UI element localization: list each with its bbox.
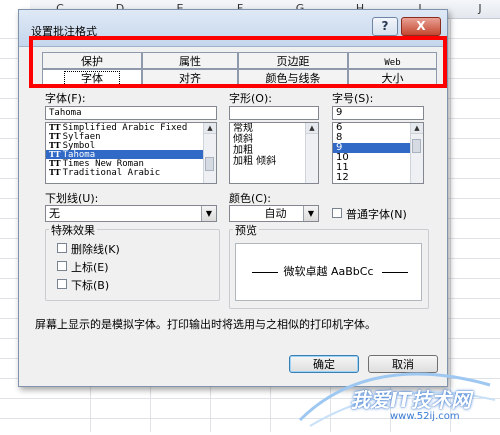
list-item[interactable]: TT Symbol — [46, 141, 216, 151]
tab-label: 字体 — [64, 71, 120, 86]
superscript-label: 上标(E) — [71, 261, 109, 274]
effects-title: 特殊效果 — [49, 222, 97, 238]
cancel-button[interactable]: 取消 — [368, 355, 438, 373]
normal-font-checkbox[interactable] — [332, 208, 342, 218]
scroll-thumb[interactable] — [412, 139, 421, 153]
tab-size[interactable]: 大小 — [348, 69, 437, 86]
underline-value: 无 — [49, 207, 60, 220]
preview-box: 微软卓越 AaBbCc — [235, 243, 422, 301]
tab-properties[interactable]: 属性 — [142, 52, 238, 69]
subscript-checkbox[interactable] — [57, 279, 67, 289]
font-input[interactable]: Tahoma — [45, 106, 217, 120]
grid-line — [0, 398, 500, 399]
chevron-down-icon[interactable]: ▼ — [303, 206, 318, 221]
tab-alignment[interactable]: 对齐 — [142, 69, 238, 86]
tab-label: 对齐 — [179, 72, 201, 85]
dialog-title: 设置批注格式 — [31, 25, 97, 38]
scroll-up-icon[interactable]: ▲ — [306, 123, 318, 134]
chevron-down-icon[interactable]: ▼ — [201, 206, 216, 221]
style-list[interactable]: 常规 倾斜 加粗 加粗 倾斜 ▲ — [229, 122, 319, 184]
column-header[interactable]: J — [450, 0, 500, 19]
font-label: 字体(F): — [45, 92, 86, 105]
style-list-scrollbar[interactable]: ▲ — [305, 123, 318, 183]
tab-margins[interactable]: 页边距 — [238, 52, 348, 69]
size-input[interactable]: 9 — [332, 106, 424, 120]
list-item-selected[interactable]: TT Tahoma — [46, 150, 216, 160]
list-item[interactable]: TT Traditional Arabic — [46, 167, 216, 178]
strikethrough-label: 删除线(K) — [71, 243, 120, 256]
list-item[interactable]: TT Simplified Arabic Fixed — [46, 123, 216, 133]
format-comment-dialog: 设置批注格式 ? X 保护 属性 页边距 Web 字体 对齐 颜色与线条 大小 … — [18, 9, 448, 387]
truetype-icon: TT — [49, 167, 61, 177]
list-item-label: Traditional Arabic — [62, 168, 161, 178]
tab-protection[interactable]: 保护 — [42, 52, 142, 69]
style-label: 字形(O): — [229, 92, 272, 105]
scroll-thumb[interactable] — [205, 157, 214, 171]
preview-title: 预览 — [233, 222, 259, 238]
size-list[interactable]: 6 8 9 10 11 12 ▲ — [332, 122, 424, 184]
list-item[interactable]: TT Sylfaen — [46, 132, 216, 142]
help-button[interactable]: ? — [372, 17, 398, 36]
font-list-scrollbar[interactable]: ▲ — [203, 123, 216, 183]
font-note: 屏幕上显示的是模拟字体。打印输出时将选用与之相似的打印机字体。 — [35, 318, 376, 331]
tab-web[interactable]: Web — [348, 52, 437, 69]
ok-button[interactable]: 确定 — [289, 355, 359, 373]
grid-line — [0, 418, 500, 419]
subscript-label: 下标(B) — [71, 279, 110, 292]
color-value: 自动 — [264, 207, 287, 220]
list-item[interactable]: TT Times New Roman — [46, 159, 216, 169]
color-label: 颜色(C): — [229, 192, 271, 205]
tab-font[interactable]: 字体 — [42, 69, 142, 86]
tab-label: 页边距 — [276, 55, 310, 68]
tab-label: 颜色与线条 — [265, 72, 321, 85]
grid-line — [450, 18, 451, 432]
color-select[interactable]: 自动 ▼ — [229, 205, 319, 222]
tab-label: 大小 — [381, 72, 404, 85]
size-label: 字号(S): — [332, 92, 374, 105]
tab-label: 保护 — [81, 55, 103, 68]
superscript-checkbox[interactable] — [57, 261, 67, 271]
tab-label: 属性 — [179, 55, 201, 68]
dialog-titlebar[interactable]: 设置批注格式 ? X — [19, 10, 447, 47]
underline-label: 下划线(U): — [45, 192, 99, 205]
tab-strip: 保护 属性 页边距 Web 字体 对齐 颜色与线条 大小 — [42, 50, 437, 92]
scroll-up-icon[interactable]: ▲ — [204, 123, 216, 134]
strikethrough-checkbox[interactable] — [57, 243, 67, 253]
tab-colors-lines[interactable]: 颜色与线条 — [238, 69, 348, 86]
font-list[interactable]: TT Simplified Arabic Fixed TT Sylfaen TT Sy… — [45, 122, 217, 184]
scroll-up-icon[interactable]: ▲ — [411, 123, 423, 134]
underline-select[interactable]: 无 ▼ — [45, 205, 217, 222]
size-list-scrollbar[interactable]: ▲ — [410, 123, 423, 183]
tab-label: Web — [384, 58, 401, 68]
close-button[interactable]: X — [401, 17, 441, 36]
normal-font-label: 普通字体(N) — [346, 208, 407, 221]
preview-text: 微软卓越 AaBbCc — [283, 265, 374, 278]
style-input[interactable] — [229, 106, 319, 120]
